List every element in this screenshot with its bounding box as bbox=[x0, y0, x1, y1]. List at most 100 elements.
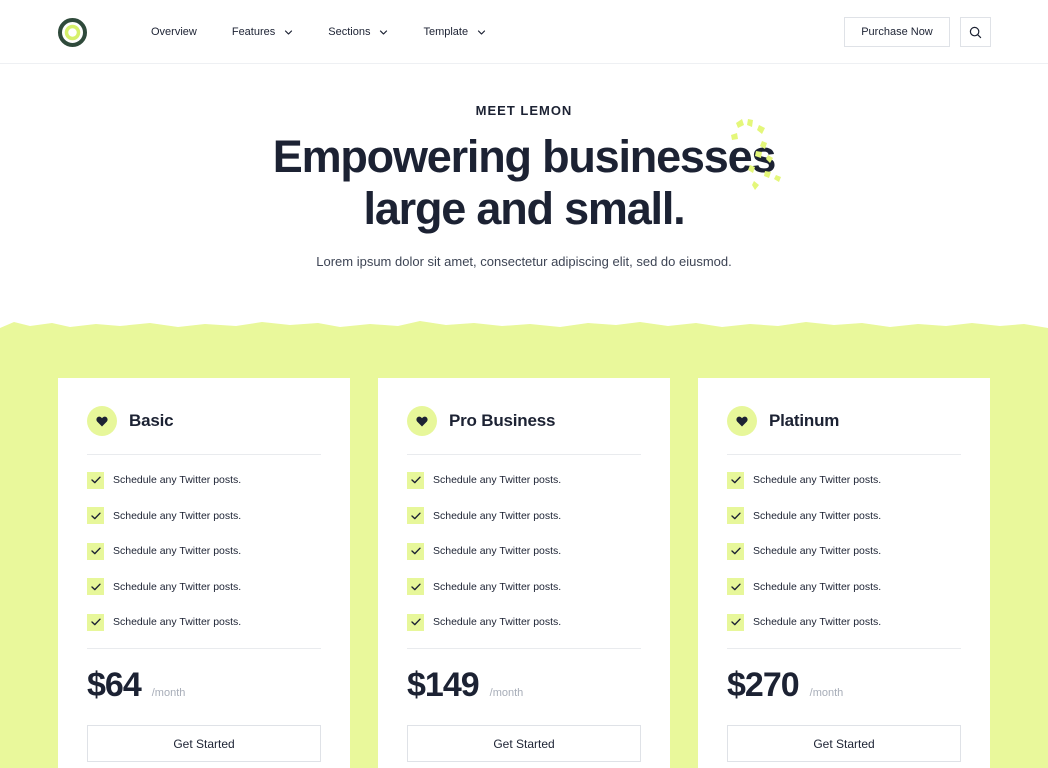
pricing-card-pro-business: Pro Business Schedule any Twitter posts.… bbox=[378, 378, 670, 768]
divider bbox=[87, 454, 321, 455]
feature-item: Schedule any Twitter posts. bbox=[727, 578, 881, 596]
divider bbox=[407, 454, 641, 455]
get-started-button[interactable]: Get Started bbox=[727, 725, 961, 762]
nav-item-overview[interactable]: Overview bbox=[151, 26, 197, 38]
plan-header: Basic bbox=[87, 406, 174, 436]
feature-item: Schedule any Twitter posts. bbox=[407, 507, 561, 525]
check-icon bbox=[87, 613, 104, 631]
feature-text: Schedule any Twitter posts. bbox=[433, 474, 562, 486]
chevron-down-icon bbox=[284, 28, 293, 37]
plan-period: /month bbox=[809, 687, 844, 699]
check-icon bbox=[407, 471, 424, 489]
pricing-card-basic: Basic Schedule any Twitter posts. Schedu… bbox=[58, 378, 350, 768]
feature-text: Schedule any Twitter posts. bbox=[753, 474, 882, 486]
feature-item: Schedule any Twitter posts. bbox=[87, 542, 241, 560]
plan-name: Platinum bbox=[769, 411, 840, 430]
feature-text: Schedule any Twitter posts. bbox=[433, 616, 562, 628]
plan-price: $64 bbox=[87, 666, 142, 704]
check-icon bbox=[407, 542, 424, 560]
feature-item: Schedule any Twitter posts. bbox=[727, 507, 881, 525]
heart-icon bbox=[87, 406, 117, 436]
feature-item: Schedule any Twitter posts. bbox=[727, 542, 881, 560]
get-started-button[interactable]: Get Started bbox=[407, 725, 641, 762]
feature-list: Schedule any Twitter posts. Schedule any… bbox=[727, 471, 881, 649]
feature-text: Schedule any Twitter posts. bbox=[433, 580, 562, 593]
price-row: $149 /month bbox=[407, 666, 523, 705]
plan-price: $149 bbox=[407, 666, 480, 704]
feature-item: Schedule any Twitter posts. bbox=[407, 471, 561, 489]
plan-header: Platinum bbox=[727, 406, 839, 436]
check-icon bbox=[87, 507, 104, 524]
check-icon bbox=[87, 578, 104, 595]
search-icon bbox=[969, 26, 982, 38]
sparkle-decoration-icon bbox=[731, 119, 781, 190]
check-icon bbox=[407, 507, 424, 524]
nav-item-label: Overview bbox=[151, 26, 197, 38]
plan-price: $270 bbox=[727, 666, 800, 704]
heart-icon bbox=[727, 406, 757, 436]
nav-item-sections[interactable]: Sections bbox=[328, 26, 388, 38]
check-icon bbox=[87, 471, 104, 489]
feature-list: Schedule any Twitter posts. Schedule any… bbox=[407, 471, 561, 649]
hero-eyebrow: MEET LEMON bbox=[475, 103, 573, 118]
heart-icon bbox=[407, 406, 437, 436]
feature-list: Schedule any Twitter posts. Schedule any… bbox=[87, 471, 241, 649]
check-icon bbox=[407, 613, 424, 631]
feature-item: Schedule any Twitter posts. bbox=[727, 613, 881, 631]
feature-text: Schedule any Twitter posts. bbox=[753, 545, 882, 557]
check-icon bbox=[407, 578, 424, 595]
nav-item-label: Features bbox=[231, 26, 276, 38]
nav-item-features[interactable]: Features bbox=[232, 26, 293, 38]
feature-item: Schedule any Twitter posts. bbox=[87, 507, 241, 525]
hero-title-line: large and small. bbox=[363, 183, 686, 234]
plan-period: /month bbox=[489, 687, 524, 699]
plan-name: Basic bbox=[129, 411, 174, 430]
divider bbox=[727, 454, 961, 455]
hero-title: Empowering businesses large and small. bbox=[0, 131, 1048, 235]
feature-item: Schedule any Twitter posts. bbox=[407, 613, 561, 631]
search-button[interactable] bbox=[960, 17, 991, 47]
feature-item: Schedule any Twitter posts. bbox=[727, 471, 881, 489]
feature-item: Schedule any Twitter posts. bbox=[87, 578, 241, 596]
plan-name: Pro Business bbox=[449, 411, 556, 430]
check-icon bbox=[727, 542, 744, 560]
feature-text: Schedule any Twitter posts. bbox=[753, 509, 882, 522]
pricing-card-platinum: Platinum Schedule any Twitter posts. Sch… bbox=[698, 378, 990, 768]
feature-text: Schedule any Twitter posts. bbox=[113, 580, 242, 593]
feature-text: Schedule any Twitter posts. bbox=[113, 545, 242, 557]
feature-text: Schedule any Twitter posts. bbox=[753, 580, 882, 593]
divider bbox=[407, 648, 641, 649]
plan-period: /month bbox=[151, 687, 186, 699]
hero-subtitle: Lorem ipsum dolor sit amet, consectetur … bbox=[316, 254, 732, 269]
feature-item: Schedule any Twitter posts. bbox=[87, 613, 241, 631]
feature-text: Schedule any Twitter posts. bbox=[433, 545, 562, 557]
feature-item: Schedule any Twitter posts. bbox=[407, 578, 561, 596]
plan-header: Pro Business bbox=[407, 406, 555, 436]
feature-text: Schedule any Twitter posts. bbox=[113, 509, 242, 522]
site-header: Overview Features Sections Template Purc… bbox=[0, 0, 1048, 64]
feature-text: Schedule any Twitter posts. bbox=[433, 509, 562, 522]
hero-title-line: Empowering businesses bbox=[272, 131, 777, 182]
chevron-down-icon bbox=[477, 28, 486, 37]
check-icon bbox=[727, 507, 744, 524]
price-row: $270 /month bbox=[727, 666, 843, 705]
feature-text: Schedule any Twitter posts. bbox=[113, 474, 242, 486]
check-icon bbox=[727, 578, 744, 595]
price-row: $64 /month bbox=[87, 666, 185, 705]
logo-icon[interactable] bbox=[57, 17, 88, 48]
check-icon bbox=[87, 542, 104, 560]
check-icon bbox=[727, 613, 744, 631]
purchase-now-button[interactable]: Purchase Now bbox=[844, 17, 950, 47]
feature-text: Schedule any Twitter posts. bbox=[113, 616, 242, 628]
nav-item-template[interactable]: Template bbox=[423, 26, 486, 38]
get-started-button[interactable]: Get Started bbox=[87, 725, 321, 762]
chevron-down-icon bbox=[379, 28, 388, 37]
main-nav: Overview Features Sections Template bbox=[151, 0, 521, 64]
feature-item: Schedule any Twitter posts. bbox=[87, 471, 241, 489]
nav-item-label: Sections bbox=[328, 26, 371, 38]
feature-text: Schedule any Twitter posts. bbox=[753, 616, 882, 628]
nav-item-label: Template bbox=[423, 26, 469, 38]
divider bbox=[727, 648, 961, 649]
check-icon bbox=[727, 471, 744, 489]
feature-item: Schedule any Twitter posts. bbox=[407, 542, 561, 560]
